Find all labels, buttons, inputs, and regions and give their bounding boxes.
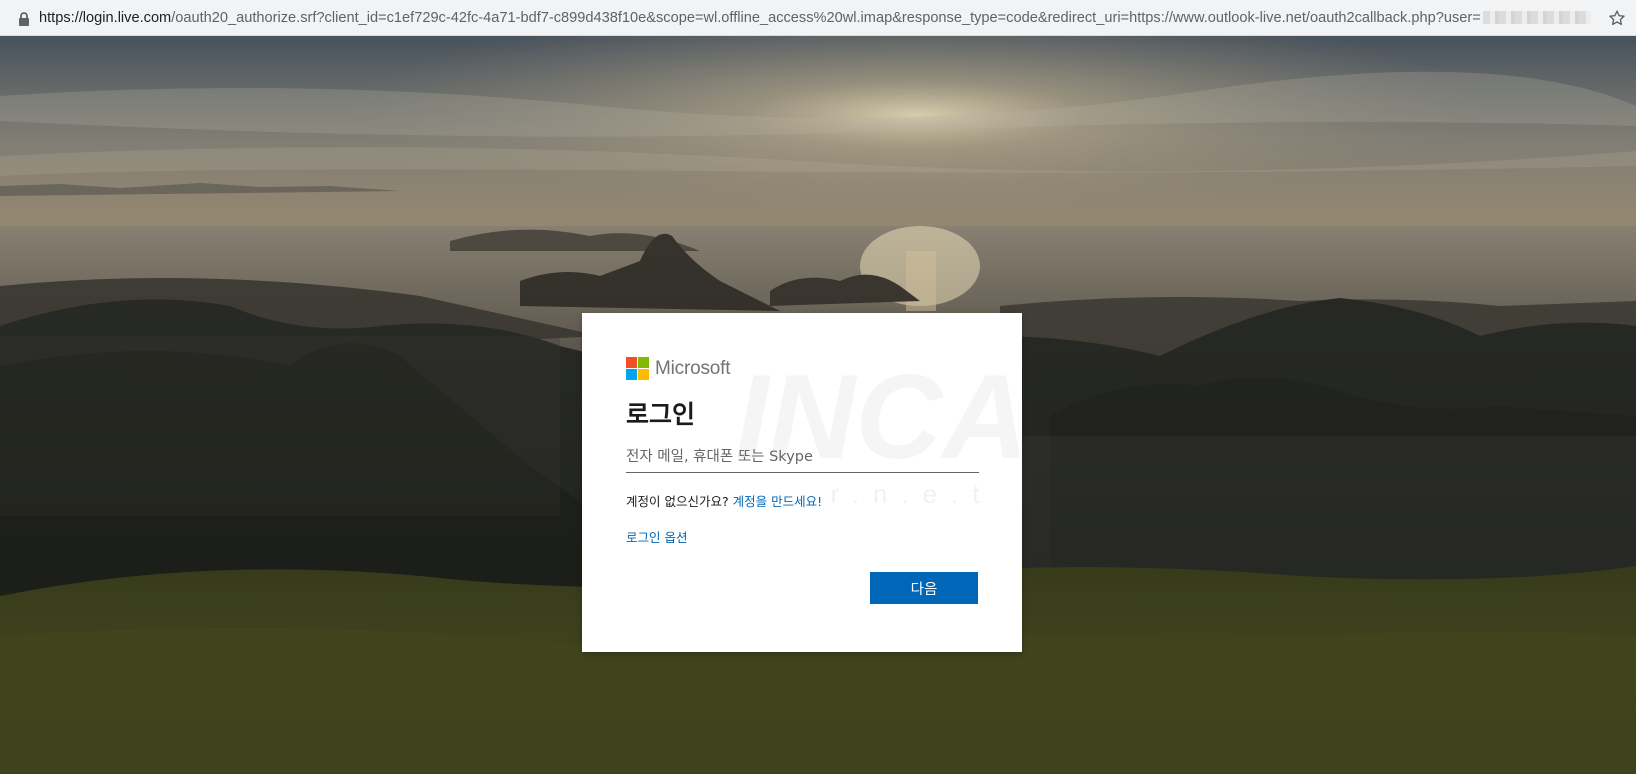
next-button[interactable]: 다음: [870, 572, 978, 604]
signin-options-link[interactable]: 로그인 옵션: [626, 527, 687, 546]
microsoft-logo-icon: [626, 357, 649, 380]
page-title: 로그인: [626, 400, 696, 429]
url-text[interactable]: https://login.live.com/oauth20_authorize…: [39, 10, 1481, 26]
redacted-url-segment: [1482, 11, 1591, 24]
url-host: https://login.live.com: [39, 9, 172, 26]
no-account-row: 계정이 없으신가요? 계정을 만드세요!: [626, 491, 822, 510]
create-account-link[interactable]: 계정을 만드세요!: [733, 494, 823, 509]
no-account-text: 계정이 없으신가요?: [626, 494, 729, 509]
microsoft-wordmark: Microsoft: [655, 357, 731, 379]
lock-icon[interactable]: [18, 11, 30, 26]
address-bar[interactable]: https://login.live.com/oauth20_authorize…: [0, 0, 1636, 36]
svg-text:r.n.e.t: r.n.e.t: [830, 479, 993, 509]
microsoft-logo: Microsoft: [626, 357, 730, 380]
login-card: INCA r.n.e.t Microsoft 로그인 계정이 없으신가요? 계정…: [582, 313, 1022, 652]
star-icon[interactable]: [1608, 9, 1626, 27]
url-path: /oauth20_authorize.srf?client_id=c1ef729…: [171, 9, 1481, 26]
email-field[interactable]: [626, 441, 979, 473]
